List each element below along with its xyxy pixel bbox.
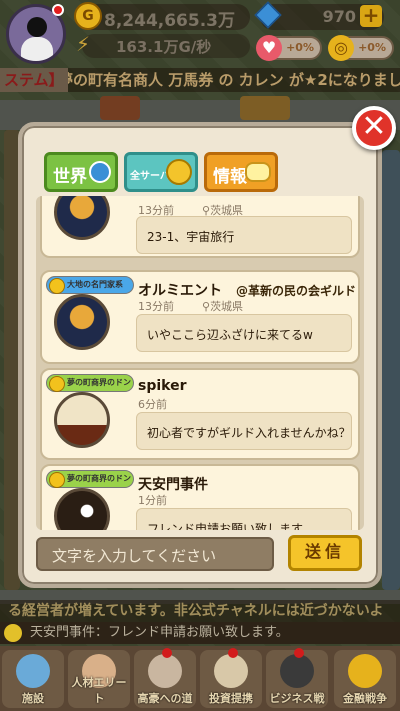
message-time: 13分前	[138, 300, 174, 313]
coin-icon	[348, 654, 382, 688]
globe-icon	[89, 161, 111, 183]
tab-world-label: 世界	[53, 167, 87, 187]
user-avatar[interactable]	[54, 488, 110, 530]
heart-boost-value: +0%	[286, 41, 314, 54]
user-avatar[interactable]	[54, 294, 110, 350]
coins-display: G 8,244,665.3万	[74, 2, 250, 31]
gems-value: 970	[322, 7, 356, 26]
chat-icon	[4, 624, 22, 642]
investment-icon	[214, 654, 248, 688]
notification-dot	[228, 648, 238, 658]
message-time: 6分前	[138, 398, 167, 411]
avatar-notification-dot	[52, 4, 64, 16]
tab-world[interactable]: 世界	[44, 152, 118, 192]
handshake-icon	[148, 654, 182, 688]
user-avatar[interactable]	[54, 392, 110, 448]
nav-finance-war[interactable]: 金融戦争	[334, 650, 396, 708]
income-rate-value: 163.1万G/秒	[116, 38, 212, 56]
message-author[interactable]: 天安門事件	[138, 474, 208, 494]
message-text: 23-1、宇宙旅行	[136, 216, 352, 254]
chat-message-list[interactable]: 13分前 ⚲茨城県 23-1、宇宙旅行 大地の名門家系 オルミエント @革新の民…	[36, 196, 364, 530]
message-location: ⚲茨城県	[202, 300, 244, 313]
add-gems-button[interactable]: +	[360, 5, 382, 27]
tab-server[interactable]: 全サーバ	[124, 152, 198, 192]
nav-investment[interactable]: 投資提携	[200, 648, 262, 708]
coin-stack-icon: ◎	[328, 35, 354, 61]
building-icon	[16, 654, 50, 688]
message-time: 1分前	[138, 494, 167, 507]
user-avatar[interactable]	[54, 196, 110, 240]
title-badge: 大地の名門家系	[46, 276, 134, 294]
nav-elite-talent[interactable]: 人材エリート	[68, 650, 130, 708]
tab-info-label: 情報	[213, 167, 247, 187]
chat-message: 13分前 ⚲茨城県 23-1、宇宙旅行	[40, 196, 360, 258]
close-button[interactable]: ✕	[352, 106, 396, 150]
notification-dot	[162, 648, 172, 658]
lightning-icon: ⚡	[76, 32, 91, 56]
chat-message: 夢の町商界のドン 天安門事件 1分前 フレンド申請お願い致します。	[40, 464, 360, 530]
tab-server-label: 全サーバ	[130, 171, 170, 182]
location-pin-icon: ⚲	[202, 300, 211, 313]
title-badge: 夢の町商界のドン	[46, 374, 134, 392]
chat-message: 夢の町商界のドン spiker 6分前 初心者ですがギルド入れませんかね？	[40, 368, 360, 460]
notification-dot	[294, 648, 304, 658]
latest-chat-text: 天安門事件：フレンド申請お願い致します。	[30, 625, 289, 640]
coins-value: 8,244,665.3万	[104, 11, 236, 31]
notice-banner: る経営者が増えています。非公式チャネルには近づかないよ	[0, 600, 400, 622]
crown-icon	[166, 159, 192, 185]
title-badge: 夢の町商界のドン	[46, 470, 134, 488]
top-hud: G 8,244,665.3万 ⚡ 163.1万G/秒 970 + ♥ +0% ◎…	[0, 0, 400, 66]
nav-road-to-wealth[interactable]: 高豪への道	[134, 648, 196, 708]
chat-input[interactable]: 文字を入力してください	[36, 537, 274, 571]
ticker-message: 夢の町有名商人 万馬券 の カレン が★2になりまし	[58, 71, 400, 89]
message-author[interactable]: オルミエント @革新の民の会ギルド	[138, 280, 356, 300]
coin-boost-value: +0%	[358, 41, 386, 54]
heart-boost-badge[interactable]: ♥ +0%	[256, 35, 322, 61]
message-text: フレンド申請お願い致します。	[136, 508, 352, 530]
coin-icon: G	[74, 2, 102, 30]
nav-facilities[interactable]: 施設	[2, 650, 64, 708]
gems-display: 970 +	[254, 1, 384, 30]
latest-chat-bar[interactable]: 天安門事件：フレンド申請お願い致します。	[0, 622, 400, 644]
coin-boost-badge[interactable]: ◎ +0%	[328, 35, 394, 61]
message-text: いやここら辺ふざけに来てるw	[136, 314, 352, 352]
businessman-icon	[280, 654, 314, 688]
income-rate-display: ⚡ 163.1万G/秒	[76, 32, 250, 58]
message-author[interactable]: spiker	[138, 378, 187, 394]
send-button[interactable]: 送信	[288, 535, 362, 571]
tab-info[interactable]: 情報	[204, 152, 278, 192]
bottom-nav: 施設 人材エリート 高豪への道 投資提携 ビジネス戦 金融戦争	[0, 646, 400, 711]
heart-icon: ♥	[256, 35, 282, 61]
ticker-tag: ステム】	[0, 68, 68, 92]
gem-icon	[254, 1, 282, 29]
message-text: 初心者ですがギルド入れませんかね？	[136, 412, 352, 450]
chat-message: 大地の名門家系 オルミエント @革新の民の会ギルド 13分前 ⚲茨城県 いやここ…	[40, 270, 360, 364]
nav-business-battle[interactable]: ビジネス戦	[266, 648, 328, 708]
system-ticker: 夢の町有名商人 万馬券 の カレン が★2になりまし ステム】	[0, 68, 400, 92]
speech-bubble-icon	[245, 162, 271, 182]
